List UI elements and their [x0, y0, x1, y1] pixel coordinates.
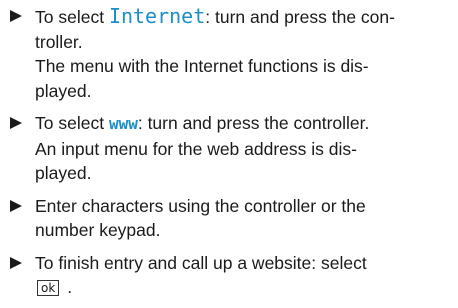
- step-result: played.: [35, 80, 92, 101]
- step-text: number keypad.: [35, 220, 161, 240]
- step-finish-entry: To finish entry and call up a website: s…: [10, 251, 450, 300]
- menu-item-keyword: www: [108, 114, 138, 133]
- step-enter-characters: Enter characters using the controller or…: [10, 194, 450, 243]
- step-select-internet: To select Internet: turn and press the c…: [10, 4, 450, 103]
- step-select-www: To select www: turn and press the contro…: [10, 111, 450, 186]
- step-text: To select: [35, 113, 109, 133]
- ok-key-symbol: ok: [37, 280, 60, 296]
- step-result: The menu with the Internet functions is …: [35, 56, 369, 76]
- step-text: troller.: [35, 31, 83, 52]
- bullet-arrow-icon: [10, 117, 22, 129]
- bullet-arrow-icon: [10, 199, 22, 212]
- step-text: : turn and press the controller.: [137, 113, 370, 133]
- step-text: : turn and press the con-: [205, 7, 395, 27]
- menu-item-keyword: Internet: [108, 4, 206, 28]
- step-text: Enter characters using the controller or…: [35, 195, 366, 216]
- step-result: An input menu for the web address is dis…: [35, 138, 357, 159]
- step-result: played.: [35, 163, 92, 183]
- step-text: To select: [35, 7, 109, 27]
- bullet-arrow-icon: [10, 256, 22, 269]
- bullet-arrow-icon: [10, 10, 22, 22]
- instruction-list: To select Internet: turn and press the c…: [10, 4, 450, 308]
- step-text: To finish entry and call up a website: s…: [35, 252, 367, 273]
- step-text: .: [67, 277, 73, 297]
